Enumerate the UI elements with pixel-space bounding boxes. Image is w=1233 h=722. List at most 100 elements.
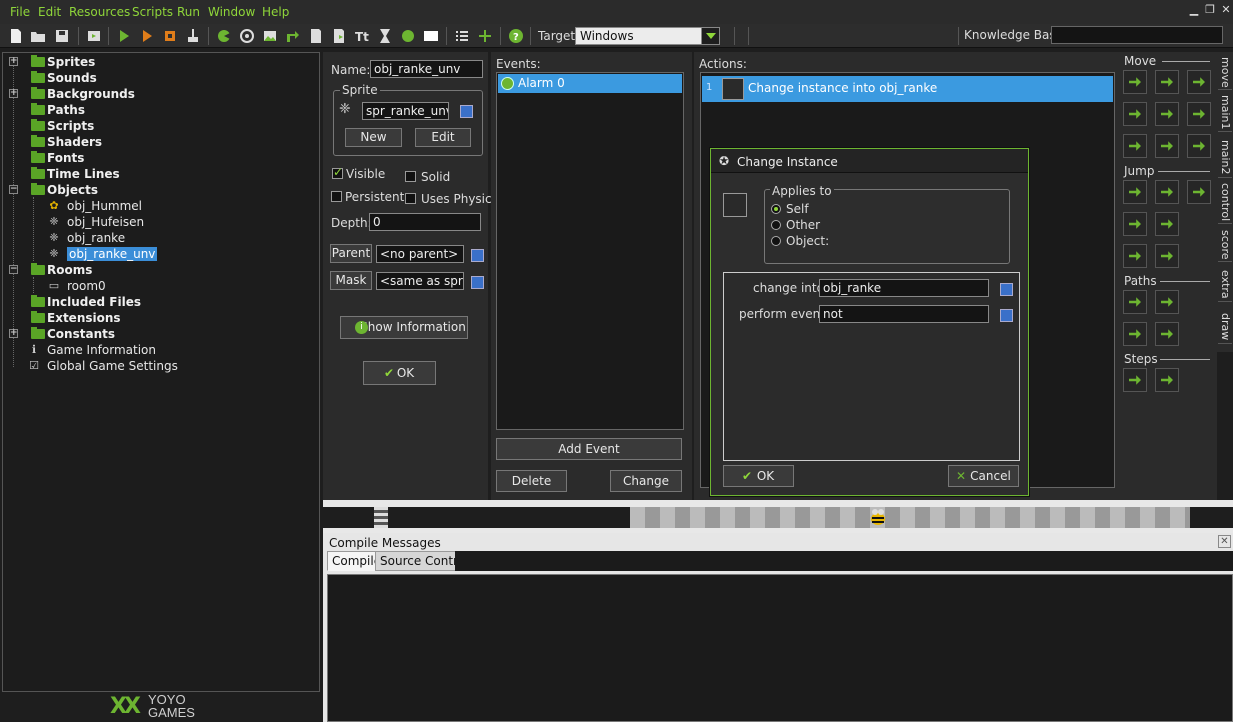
create-room-icon[interactable] <box>423 28 439 44</box>
jump-to-random-icon[interactable] <box>1187 180 1211 204</box>
applies-other-radio[interactable] <box>771 220 781 230</box>
solid-checkbox[interactable] <box>405 171 416 182</box>
reverse-vertical-icon[interactable] <box>1155 134 1179 158</box>
create-executable-icon[interactable] <box>86 28 102 44</box>
tree-folder-shaders[interactable]: Shaders <box>31 134 102 150</box>
open-project-icon[interactable] <box>30 28 46 44</box>
tree-item-obj-hummel[interactable]: ✿ obj_Hummel <box>49 198 142 214</box>
tree-item-global-game-settings[interactable]: ☑ Global Game Settings <box>29 358 178 374</box>
close-icon[interactable]: ✕ <box>1220 4 1232 16</box>
compile-output[interactable] <box>327 574 1233 722</box>
create-shader-icon[interactable] <box>331 28 347 44</box>
minimize-icon[interactable]: ▁ <box>1188 4 1200 16</box>
chevron-down-icon[interactable] <box>701 28 719 44</box>
add-event-button[interactable]: Add Event <box>496 438 682 460</box>
tree-item-game-information[interactable]: ℹ Game Information <box>32 342 156 358</box>
create-path-icon[interactable] <box>285 28 301 44</box>
tree-item-obj-hufeisen[interactable]: ❈ obj_Hufeisen <box>49 214 144 230</box>
debug-icon[interactable] <box>139 28 155 44</box>
tree-folder-fonts[interactable]: Fonts <box>31 150 84 166</box>
depth-input[interactable]: 0 <box>369 213 481 231</box>
browse-mask-icon[interactable] <box>471 276 484 289</box>
persistent-checkbox[interactable] <box>331 191 342 202</box>
help-icon[interactable]: ? <box>508 28 524 44</box>
sprite-select[interactable]: spr_ranke_unver <box>362 102 449 120</box>
create-background-icon[interactable] <box>262 28 278 44</box>
tree-folder-rooms[interactable]: − Rooms <box>9 262 92 278</box>
create-timeline-icon[interactable] <box>377 28 393 44</box>
list-icon[interactable] <box>454 28 470 44</box>
clean-icon[interactable] <box>185 28 201 44</box>
action-item[interactable]: 1 Change instance into obj_ranke <box>702 76 1113 102</box>
tab-extra[interactable]: extra <box>1218 268 1232 302</box>
tab-main1[interactable]: main1 <box>1218 94 1232 132</box>
tree-folder-objects[interactable]: − Objects <box>9 182 98 198</box>
applies-self-radio[interactable] <box>771 204 781 214</box>
uses-physics-checkbox[interactable] <box>405 193 416 204</box>
event-item-alarm-0[interactable]: Alarm 0 <box>498 74 682 93</box>
dialog-cancel-button[interactable]: ✕ Cancel <box>948 465 1019 487</box>
tab-control[interactable]: control <box>1218 182 1232 224</box>
browse-sprite-icon[interactable] <box>460 105 473 118</box>
wrap-screen-icon[interactable] <box>1155 212 1179 236</box>
create-font-icon[interactable]: Tt <box>354 28 370 44</box>
speed-vertical-icon[interactable] <box>1155 102 1179 126</box>
save-project-icon[interactable] <box>54 28 70 44</box>
reverse-horizontal-icon[interactable] <box>1123 134 1147 158</box>
tree-folder-extensions[interactable]: Extensions <box>31 310 121 326</box>
move-fixed-icon[interactable] <box>1123 70 1147 94</box>
tree-item-room0[interactable]: ▭ room0 <box>49 278 106 294</box>
collapse-icon[interactable]: − <box>9 265 18 274</box>
change-into-input[interactable]: obj_ranke <box>819 279 989 297</box>
dialog-ok-button[interactable]: ✔ OK <box>723 465 794 487</box>
show-information-button[interactable]: i Show Information <box>340 316 468 339</box>
tree-folder-included-files[interactable]: Included Files <box>31 294 141 310</box>
mask-button[interactable]: Mask <box>330 271 372 290</box>
menu-file[interactable]: File <box>10 5 30 19</box>
expand-icon[interactable]: + <box>9 57 18 66</box>
visible-checkbox[interactable] <box>332 165 343 179</box>
object-ok-button[interactable]: ✔ OK <box>363 361 436 385</box>
create-sprite-icon[interactable] <box>216 28 232 44</box>
tree-folder-timelines[interactable]: Time Lines <box>31 166 120 182</box>
move-to-contact-icon[interactable] <box>1123 244 1147 268</box>
add-icon[interactable] <box>477 28 493 44</box>
set-gravity-icon[interactable] <box>1187 102 1211 126</box>
stop-icon[interactable] <box>162 28 178 44</box>
create-object-icon[interactable] <box>400 28 416 44</box>
create-script-icon[interactable] <box>308 28 324 44</box>
jump-to-start-icon[interactable] <box>1155 180 1179 204</box>
expand-icon[interactable]: + <box>9 329 18 338</box>
events-list[interactable] <box>496 72 684 430</box>
jump-to-position-icon[interactable] <box>1123 180 1147 204</box>
parent-button[interactable]: Parent <box>330 244 372 263</box>
perform-events-menu-icon[interactable] <box>1000 309 1013 322</box>
tree-folder-scripts[interactable]: Scripts <box>31 118 94 134</box>
change-event-button[interactable]: Change <box>610 470 682 492</box>
create-sound-icon[interactable] <box>239 28 255 44</box>
tree-folder-paths[interactable]: Paths <box>31 102 85 118</box>
tab-score[interactable]: score <box>1218 228 1232 262</box>
tree-folder-constants[interactable]: + Constants <box>9 326 115 342</box>
step-avoiding-icon[interactable] <box>1155 368 1179 392</box>
path-speed-icon[interactable] <box>1155 322 1179 346</box>
parent-select[interactable]: <no parent> <box>376 245 464 263</box>
tab-main2[interactable]: main2 <box>1218 138 1232 178</box>
menu-edit[interactable]: Edit <box>38 5 61 19</box>
object-name-input[interactable]: obj_ranke_unv <box>370 60 483 78</box>
menu-run[interactable]: Run <box>177 5 200 19</box>
bounce-icon[interactable] <box>1155 244 1179 268</box>
target-select[interactable]: Windows <box>575 27 720 45</box>
move-free-icon[interactable] <box>1155 70 1179 94</box>
delete-event-button[interactable]: Delete <box>496 470 567 492</box>
run-icon[interactable] <box>116 28 132 44</box>
menu-scripts[interactable]: Scripts <box>132 5 173 19</box>
tree-item-obj-ranke-unv[interactable]: ❈ obj_ranke_unv <box>49 246 158 262</box>
menu-help[interactable]: Help <box>262 5 289 19</box>
move-towards-icon[interactable] <box>1187 70 1211 94</box>
collapse-icon[interactable]: − <box>9 185 18 194</box>
browse-object-icon[interactable] <box>1000 283 1013 296</box>
end-path-icon[interactable] <box>1155 290 1179 314</box>
new-sprite-button[interactable]: New <box>345 128 402 147</box>
align-to-grid-icon[interactable] <box>1123 212 1147 236</box>
